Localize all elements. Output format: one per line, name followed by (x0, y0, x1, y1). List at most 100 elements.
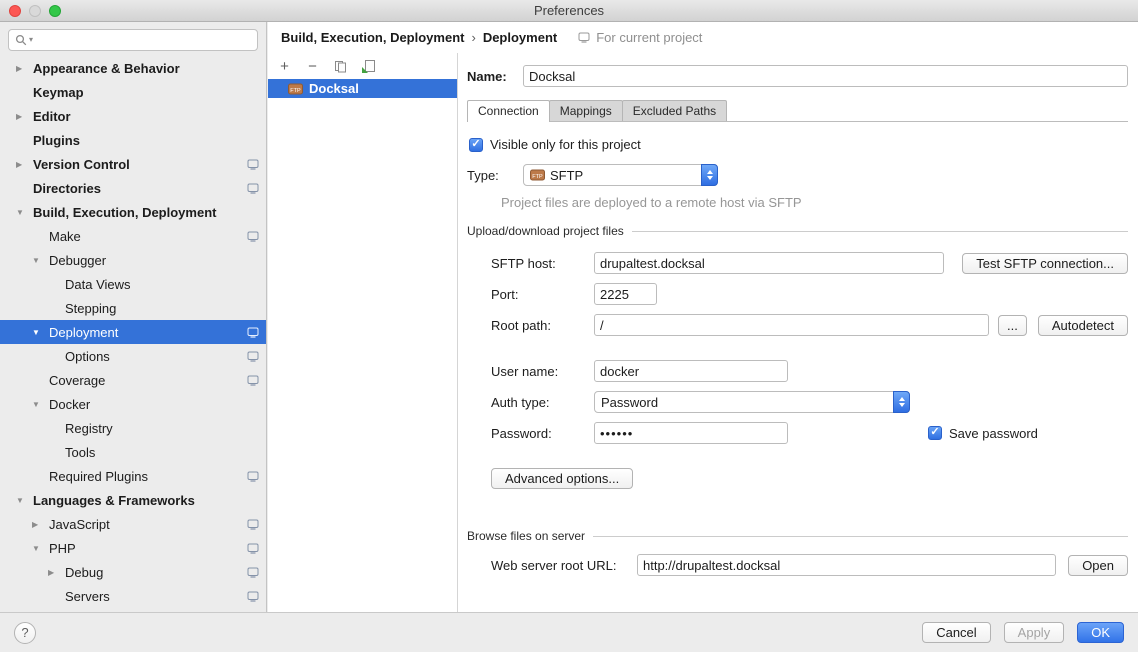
tab-excluded-paths[interactable]: Excluded Paths (622, 100, 727, 121)
advanced-options-button[interactable]: Advanced options... (491, 468, 633, 489)
divider-line (632, 231, 1128, 232)
sidebar-item-plugins[interactable]: Plugins (0, 128, 266, 152)
chevron-down-icon[interactable]: ▼ (32, 400, 49, 409)
for-current-project-badge: For current project (578, 30, 702, 45)
password-input[interactable] (594, 422, 788, 444)
visible-only-checkbox[interactable]: ✓ (469, 138, 483, 152)
password-row: Password: ✓ Save password (491, 422, 1128, 444)
sidebar-item-php[interactable]: ▼PHP (0, 536, 266, 560)
sidebar-item-label: Servers (65, 589, 110, 604)
port-input[interactable] (594, 283, 657, 305)
root-path-input[interactable] (594, 314, 989, 336)
close-window-icon[interactable] (9, 5, 21, 17)
auth-type-combobox-value: Password (601, 395, 658, 410)
sidebar-item-label: Version Control (33, 157, 130, 172)
sidebar-item-label: Coverage (49, 373, 105, 388)
sidebar-item-docker[interactable]: ▼Docker (0, 392, 266, 416)
chevron-right-icon[interactable]: ▶ (16, 112, 33, 121)
sftp-host-label: SFTP host: (491, 256, 594, 271)
current-project-icon (247, 327, 259, 338)
tab-mappings[interactable]: Mappings (549, 100, 623, 121)
web-root-label: Web server root URL: (491, 558, 637, 573)
copy-default-button[interactable] (361, 58, 376, 74)
browse-root-path-button[interactable]: ... (998, 315, 1027, 336)
sidebar-item-editor[interactable]: ▶Editor (0, 104, 266, 128)
sidebar-item-tools[interactable]: Tools (0, 440, 266, 464)
apply-button[interactable]: Apply (1004, 622, 1065, 643)
sidebar-item-data-views[interactable]: Data Views (0, 272, 266, 296)
add-button[interactable]: + (277, 58, 292, 74)
remove-button[interactable]: − (305, 58, 320, 74)
name-input[interactable] (523, 65, 1128, 87)
sidebar-item-languages-frameworks[interactable]: ▼Languages & Frameworks (0, 488, 266, 512)
chevron-down-icon[interactable]: ▼ (16, 208, 33, 217)
sidebar-item-coverage[interactable]: Coverage (0, 368, 266, 392)
footer-bar: ? Cancel Apply OK (0, 612, 1138, 652)
tab-connection[interactable]: Connection (467, 100, 550, 122)
sidebar-item-build-execution-deployment[interactable]: ▼Build, Execution, Deployment (0, 200, 266, 224)
cancel-button[interactable]: Cancel (922, 622, 990, 643)
chevron-down-icon[interactable]: ▼ (32, 328, 49, 337)
chevron-down-icon[interactable]: ▼ (32, 256, 49, 265)
sidebar-item-label: Docker (49, 397, 90, 412)
visible-only-row: ✓ Visible only for this project (469, 137, 1128, 152)
test-sftp-connection-button[interactable]: Test SFTP connection... (962, 253, 1128, 274)
sftp-host-input[interactable] (594, 252, 944, 274)
sidebar-item-label: Tools (65, 445, 95, 460)
web-root-input[interactable] (637, 554, 1056, 576)
titlebar: Preferences (0, 0, 1138, 22)
port-label: Port: (491, 287, 594, 302)
servers-toolbar: +− (268, 53, 457, 79)
current-project-icon (247, 159, 259, 170)
sidebar-item-make[interactable]: Make (0, 224, 266, 248)
search-box[interactable]: ▾ (8, 29, 258, 51)
sidebar-item-label: Languages & Frameworks (33, 493, 195, 508)
sidebar-item-label: Build, Execution, Deployment (33, 205, 216, 220)
settings-search-input[interactable] (35, 31, 251, 49)
sidebar-item-directories[interactable]: Directories (0, 176, 266, 200)
save-password-checkbox[interactable]: ✓ (928, 426, 942, 440)
copy-button[interactable] (333, 58, 348, 74)
sidebar-item-label: Plugins (33, 133, 80, 148)
sidebar-item-appearance-behavior[interactable]: ▶Appearance & Behavior (0, 56, 266, 80)
auth-type-combobox[interactable]: Password (594, 391, 910, 413)
current-project-icon (247, 519, 259, 530)
sidebar-item-version-control[interactable]: ▶Version Control (0, 152, 266, 176)
open-button[interactable]: Open (1068, 555, 1128, 576)
config-tabs: ConnectionMappingsExcluded Paths (467, 100, 1128, 122)
sidebar-item-stepping[interactable]: Stepping (0, 296, 266, 320)
sidebar-item-servers[interactable]: Servers (0, 584, 266, 608)
chevron-right-icon[interactable]: ▶ (32, 520, 49, 529)
minimize-window-icon (29, 5, 41, 17)
web-root-row: Web server root URL: Open (491, 554, 1128, 576)
breadcrumb-section: Build, Execution, Deployment (281, 30, 464, 45)
sidebar-item-debug[interactable]: ▶Debug (0, 560, 266, 584)
ok-button[interactable]: OK (1077, 622, 1124, 643)
zoom-window-icon[interactable] (49, 5, 61, 17)
sftp-server-icon: FTP (288, 83, 303, 95)
help-button[interactable]: ? (14, 622, 36, 644)
chevron-right-icon[interactable]: ▶ (48, 568, 65, 577)
chevron-down-icon[interactable]: ▼ (16, 496, 33, 505)
autodetect-button[interactable]: Autodetect (1038, 315, 1128, 336)
sidebar-item-keymap[interactable]: Keymap (0, 80, 266, 104)
chevron-right-icon[interactable]: ▶ (16, 64, 33, 73)
copy-icon (334, 60, 347, 73)
sidebar-item-deployment[interactable]: ▼Deployment (0, 320, 266, 344)
sidebar-item-label: Deployment (49, 325, 118, 340)
sidebar-item-registry[interactable]: Registry (0, 416, 266, 440)
chevron-right-icon[interactable]: ▶ (16, 160, 33, 169)
user-name-input[interactable] (594, 360, 788, 382)
sidebar-item-javascript[interactable]: ▶JavaScript (0, 512, 266, 536)
current-project-icon (247, 591, 259, 602)
sidebar-item-options[interactable]: Options (0, 344, 266, 368)
chevron-down-icon[interactable]: ▼ (32, 544, 49, 553)
main-panel: Build, Execution, Deployment › Deploymen… (268, 22, 1138, 612)
settings-tree: ▶Appearance & Behavior Keymap ▶Editor Plugi… (0, 56, 266, 608)
sidebar-item-debugger[interactable]: ▼Debugger (0, 248, 266, 272)
sidebar-item-label: Keymap (33, 85, 84, 100)
port-row: Port: (491, 283, 1128, 305)
server-list-item-docksal[interactable]: FTPDocksal (268, 79, 457, 98)
type-combobox[interactable]: FTP SFTP (523, 164, 718, 186)
sidebar-item-required-plugins[interactable]: Required Plugins (0, 464, 266, 488)
